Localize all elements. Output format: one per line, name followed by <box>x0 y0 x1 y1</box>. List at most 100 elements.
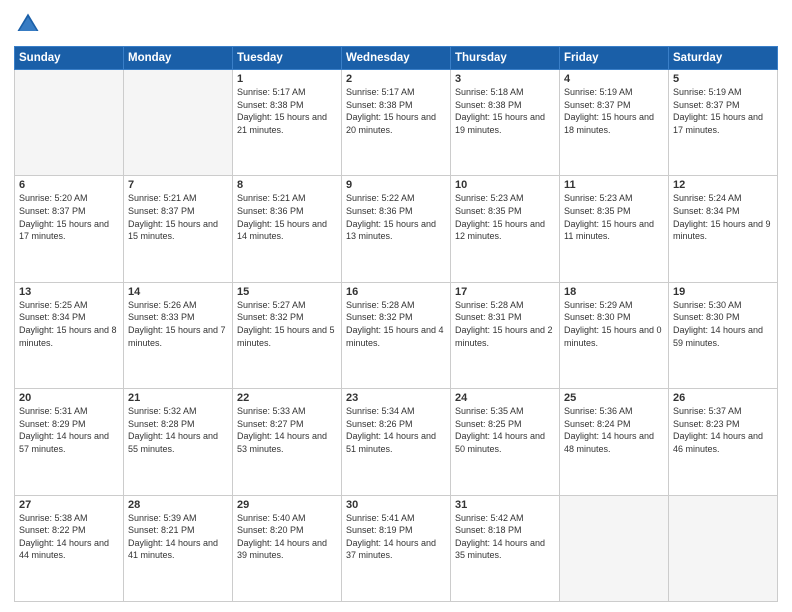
day-info: Sunrise: 5:23 AM Sunset: 8:35 PM Dayligh… <box>564 192 664 242</box>
day-number: 26 <box>673 392 773 404</box>
day-number: 27 <box>19 499 119 511</box>
calendar-cell: 18Sunrise: 5:29 AM Sunset: 8:30 PM Dayli… <box>560 282 669 388</box>
calendar-cell: 17Sunrise: 5:28 AM Sunset: 8:31 PM Dayli… <box>451 282 560 388</box>
day-info: Sunrise: 5:33 AM Sunset: 8:27 PM Dayligh… <box>237 405 337 455</box>
day-number: 15 <box>237 286 337 298</box>
day-number: 31 <box>455 499 555 511</box>
day-number: 17 <box>455 286 555 298</box>
calendar-header-wednesday: Wednesday <box>342 47 451 70</box>
day-info: Sunrise: 5:22 AM Sunset: 8:36 PM Dayligh… <box>346 192 446 242</box>
calendar-cell <box>669 495 778 601</box>
day-number: 16 <box>346 286 446 298</box>
day-number: 21 <box>128 392 228 404</box>
calendar-cell: 12Sunrise: 5:24 AM Sunset: 8:34 PM Dayli… <box>669 176 778 282</box>
calendar-cell: 20Sunrise: 5:31 AM Sunset: 8:29 PM Dayli… <box>15 389 124 495</box>
calendar-cell: 14Sunrise: 5:26 AM Sunset: 8:33 PM Dayli… <box>124 282 233 388</box>
day-info: Sunrise: 5:28 AM Sunset: 8:32 PM Dayligh… <box>346 299 446 349</box>
day-number: 22 <box>237 392 337 404</box>
day-number: 23 <box>346 392 446 404</box>
calendar-header-monday: Monday <box>124 47 233 70</box>
calendar-cell: 11Sunrise: 5:23 AM Sunset: 8:35 PM Dayli… <box>560 176 669 282</box>
calendar-cell: 13Sunrise: 5:25 AM Sunset: 8:34 PM Dayli… <box>15 282 124 388</box>
calendar-cell: 23Sunrise: 5:34 AM Sunset: 8:26 PM Dayli… <box>342 389 451 495</box>
day-info: Sunrise: 5:19 AM Sunset: 8:37 PM Dayligh… <box>673 86 773 136</box>
logo <box>14 10 46 38</box>
calendar-cell: 9Sunrise: 5:22 AM Sunset: 8:36 PM Daylig… <box>342 176 451 282</box>
day-number: 1 <box>237 73 337 85</box>
calendar-header-thursday: Thursday <box>451 47 560 70</box>
calendar-header-saturday: Saturday <box>669 47 778 70</box>
calendar-week-2: 6Sunrise: 5:20 AM Sunset: 8:37 PM Daylig… <box>15 176 778 282</box>
day-info: Sunrise: 5:19 AM Sunset: 8:37 PM Dayligh… <box>564 86 664 136</box>
header <box>14 10 778 38</box>
day-info: Sunrise: 5:36 AM Sunset: 8:24 PM Dayligh… <box>564 405 664 455</box>
calendar-cell: 7Sunrise: 5:21 AM Sunset: 8:37 PM Daylig… <box>124 176 233 282</box>
day-info: Sunrise: 5:31 AM Sunset: 8:29 PM Dayligh… <box>19 405 119 455</box>
day-info: Sunrise: 5:37 AM Sunset: 8:23 PM Dayligh… <box>673 405 773 455</box>
calendar-cell <box>124 70 233 176</box>
day-number: 30 <box>346 499 446 511</box>
day-info: Sunrise: 5:24 AM Sunset: 8:34 PM Dayligh… <box>673 192 773 242</box>
day-number: 7 <box>128 179 228 191</box>
calendar-cell: 27Sunrise: 5:38 AM Sunset: 8:22 PM Dayli… <box>15 495 124 601</box>
day-number: 20 <box>19 392 119 404</box>
calendar-header-sunday: Sunday <box>15 47 124 70</box>
day-info: Sunrise: 5:28 AM Sunset: 8:31 PM Dayligh… <box>455 299 555 349</box>
calendar-header-friday: Friday <box>560 47 669 70</box>
calendar-header-tuesday: Tuesday <box>233 47 342 70</box>
logo-icon <box>14 10 42 38</box>
day-info: Sunrise: 5:26 AM Sunset: 8:33 PM Dayligh… <box>128 299 228 349</box>
day-info: Sunrise: 5:38 AM Sunset: 8:22 PM Dayligh… <box>19 512 119 562</box>
calendar-cell: 22Sunrise: 5:33 AM Sunset: 8:27 PM Dayli… <box>233 389 342 495</box>
day-number: 24 <box>455 392 555 404</box>
calendar-week-5: 27Sunrise: 5:38 AM Sunset: 8:22 PM Dayli… <box>15 495 778 601</box>
calendar-cell: 15Sunrise: 5:27 AM Sunset: 8:32 PM Dayli… <box>233 282 342 388</box>
day-number: 29 <box>237 499 337 511</box>
calendar-cell: 25Sunrise: 5:36 AM Sunset: 8:24 PM Dayli… <box>560 389 669 495</box>
day-number: 14 <box>128 286 228 298</box>
day-info: Sunrise: 5:32 AM Sunset: 8:28 PM Dayligh… <box>128 405 228 455</box>
day-number: 28 <box>128 499 228 511</box>
day-number: 8 <box>237 179 337 191</box>
day-info: Sunrise: 5:29 AM Sunset: 8:30 PM Dayligh… <box>564 299 664 349</box>
day-info: Sunrise: 5:17 AM Sunset: 8:38 PM Dayligh… <box>346 86 446 136</box>
calendar-cell: 19Sunrise: 5:30 AM Sunset: 8:30 PM Dayli… <box>669 282 778 388</box>
day-number: 5 <box>673 73 773 85</box>
calendar-cell: 2Sunrise: 5:17 AM Sunset: 8:38 PM Daylig… <box>342 70 451 176</box>
day-info: Sunrise: 5:42 AM Sunset: 8:18 PM Dayligh… <box>455 512 555 562</box>
day-info: Sunrise: 5:40 AM Sunset: 8:20 PM Dayligh… <box>237 512 337 562</box>
calendar-week-1: 1Sunrise: 5:17 AM Sunset: 8:38 PM Daylig… <box>15 70 778 176</box>
day-info: Sunrise: 5:20 AM Sunset: 8:37 PM Dayligh… <box>19 192 119 242</box>
day-info: Sunrise: 5:21 AM Sunset: 8:37 PM Dayligh… <box>128 192 228 242</box>
day-number: 4 <box>564 73 664 85</box>
day-number: 11 <box>564 179 664 191</box>
calendar-week-4: 20Sunrise: 5:31 AM Sunset: 8:29 PM Dayli… <box>15 389 778 495</box>
calendar-cell <box>15 70 124 176</box>
calendar-week-3: 13Sunrise: 5:25 AM Sunset: 8:34 PM Dayli… <box>15 282 778 388</box>
calendar-cell: 28Sunrise: 5:39 AM Sunset: 8:21 PM Dayli… <box>124 495 233 601</box>
calendar-cell: 1Sunrise: 5:17 AM Sunset: 8:38 PM Daylig… <box>233 70 342 176</box>
day-info: Sunrise: 5:18 AM Sunset: 8:38 PM Dayligh… <box>455 86 555 136</box>
day-number: 10 <box>455 179 555 191</box>
calendar-cell: 31Sunrise: 5:42 AM Sunset: 8:18 PM Dayli… <box>451 495 560 601</box>
calendar-cell: 26Sunrise: 5:37 AM Sunset: 8:23 PM Dayli… <box>669 389 778 495</box>
calendar-table: SundayMondayTuesdayWednesdayThursdayFrid… <box>14 46 778 602</box>
day-number: 18 <box>564 286 664 298</box>
day-number: 13 <box>19 286 119 298</box>
calendar-cell <box>560 495 669 601</box>
calendar-cell: 8Sunrise: 5:21 AM Sunset: 8:36 PM Daylig… <box>233 176 342 282</box>
day-info: Sunrise: 5:27 AM Sunset: 8:32 PM Dayligh… <box>237 299 337 349</box>
day-info: Sunrise: 5:39 AM Sunset: 8:21 PM Dayligh… <box>128 512 228 562</box>
day-number: 3 <box>455 73 555 85</box>
day-number: 6 <box>19 179 119 191</box>
day-info: Sunrise: 5:17 AM Sunset: 8:38 PM Dayligh… <box>237 86 337 136</box>
day-number: 25 <box>564 392 664 404</box>
day-number: 19 <box>673 286 773 298</box>
calendar-cell: 5Sunrise: 5:19 AM Sunset: 8:37 PM Daylig… <box>669 70 778 176</box>
day-number: 12 <box>673 179 773 191</box>
calendar-cell: 24Sunrise: 5:35 AM Sunset: 8:25 PM Dayli… <box>451 389 560 495</box>
calendar-header-row: SundayMondayTuesdayWednesdayThursdayFrid… <box>15 47 778 70</box>
day-number: 9 <box>346 179 446 191</box>
day-info: Sunrise: 5:35 AM Sunset: 8:25 PM Dayligh… <box>455 405 555 455</box>
day-info: Sunrise: 5:41 AM Sunset: 8:19 PM Dayligh… <box>346 512 446 562</box>
